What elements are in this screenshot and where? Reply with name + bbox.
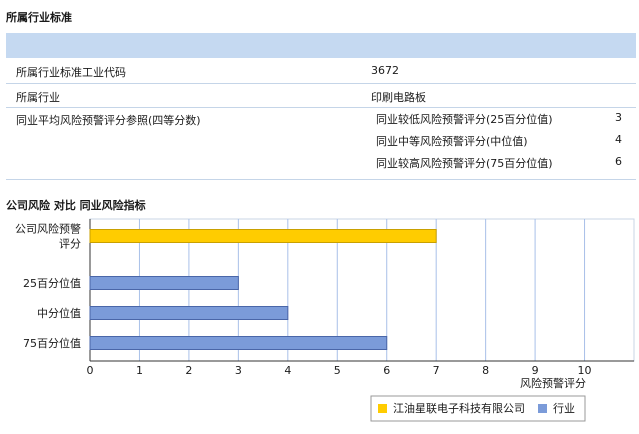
legend-label-company: 江油星联电子科技有限公司 — [393, 401, 525, 415]
legend-swatch-company — [378, 404, 387, 413]
x-axis-title: 风险预警评分 — [520, 376, 586, 390]
x-tick-label: 0 — [87, 364, 94, 377]
x-tick-label: 5 — [334, 364, 341, 377]
x-tick-label: 8 — [482, 364, 489, 377]
category-label: 75百分位值 — [23, 336, 81, 350]
industry-bar — [89, 306, 289, 320]
company-bar — [89, 229, 437, 243]
x-tick-label: 10 — [578, 364, 592, 377]
x-tick-label: 7 — [433, 364, 440, 377]
x-tick-label: 3 — [235, 364, 242, 377]
x-tick-label: 4 — [284, 364, 291, 377]
x-tick-label: 2 — [185, 364, 192, 377]
x-tick-label: 9 — [532, 364, 539, 377]
legend-swatch-industry — [538, 404, 547, 413]
risk-comparison-chart: 0 1 2 3 4 5 6 7 8 9 10风险预警评分 公司风险预警评分 25百分位值中分位值 75百分… — [15, 218, 635, 422]
category-label: 中分位值 — [37, 306, 81, 320]
legend-label-industry: 行业 — [553, 402, 575, 415]
x-tick-label: 1 — [136, 364, 143, 377]
category-label: 25百分位值 — [23, 276, 81, 290]
industry-bar — [89, 336, 388, 350]
category-label: 公司风险预警评分 — [15, 222, 81, 251]
x-tick-label: 6 — [383, 364, 390, 377]
industry-bar — [89, 276, 239, 290]
